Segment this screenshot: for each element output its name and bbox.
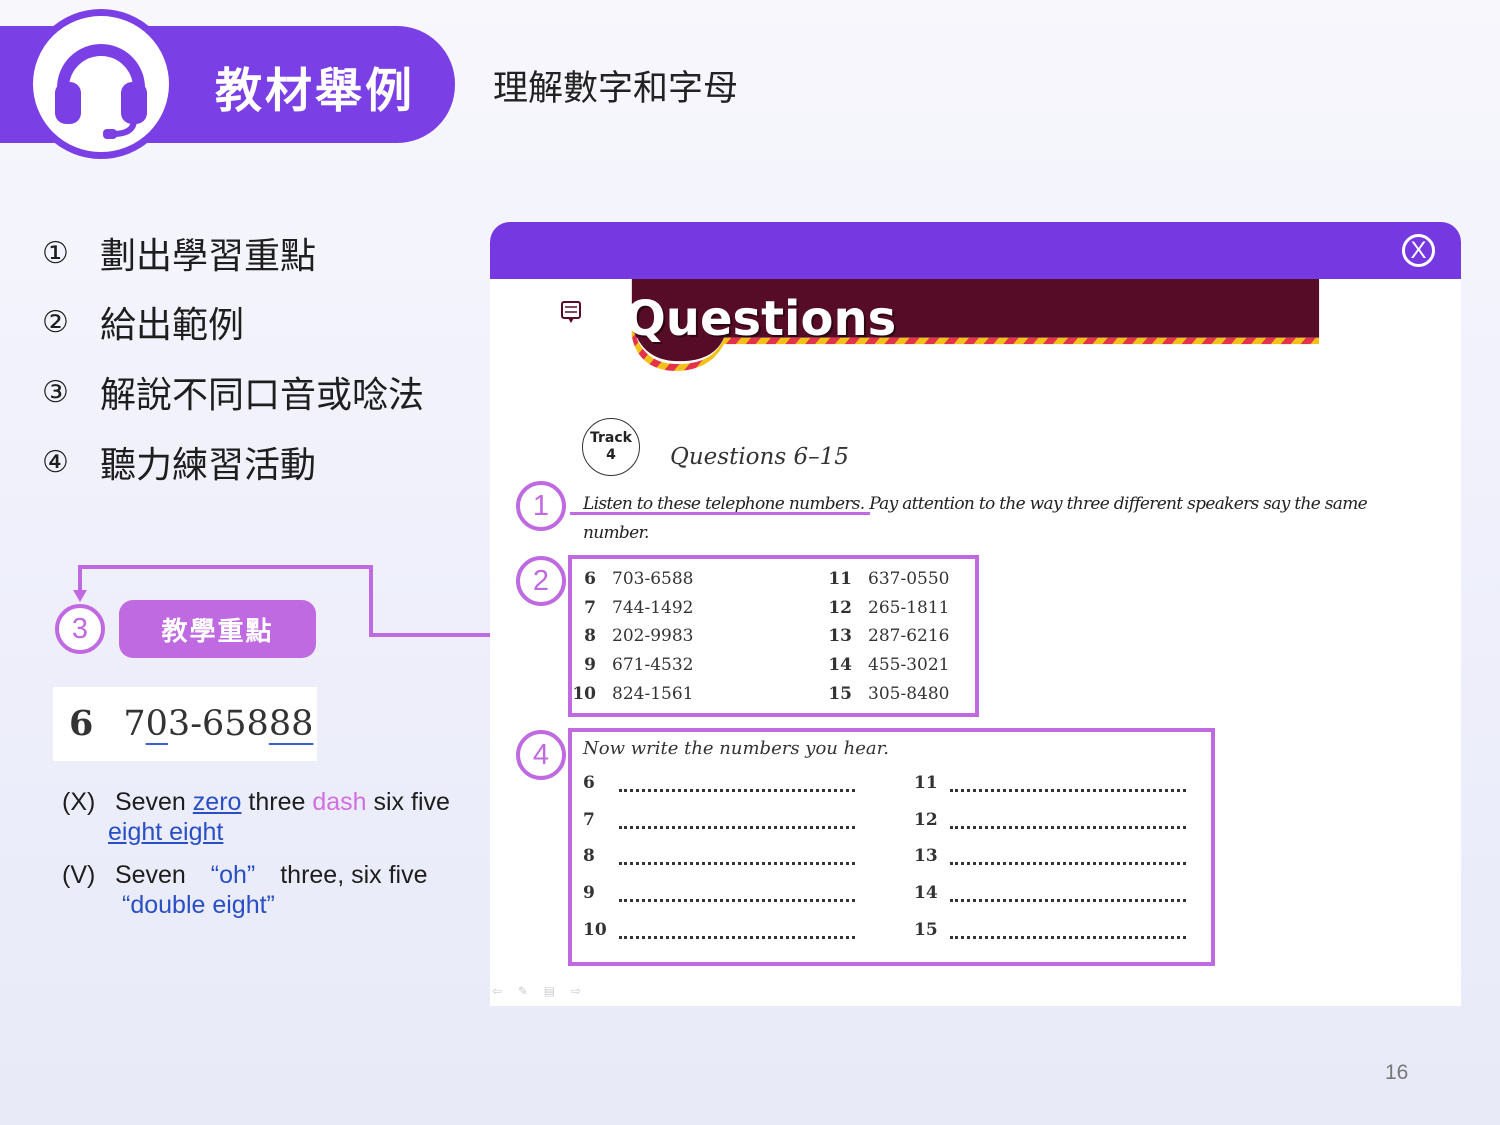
- right-reading: (V) Seven “oh” three, six five “double e…: [62, 860, 428, 920]
- word: six five: [373, 788, 450, 816]
- example-card: 6 703-65888: [53, 687, 317, 761]
- slide-toolbar-icons[interactable]: ⇦ ✎ ▤ ⇨: [492, 984, 587, 998]
- questions-title: Questions: [625, 291, 897, 347]
- example-index: 6: [69, 703, 94, 744]
- phone-row: 11 637-0550: [828, 569, 950, 589]
- callout-number: 3: [55, 604, 105, 654]
- word-highlight: eight eight: [108, 818, 224, 846]
- highlight-underline: [570, 512, 870, 515]
- answer-row[interactable]: 13: [914, 846, 1186, 866]
- answer-row[interactable]: 6: [583, 773, 855, 793]
- answer-row[interactable]: 7: [583, 810, 855, 830]
- answer-blank[interactable]: [950, 774, 1186, 792]
- phone-row: 7 744-1492: [584, 598, 694, 618]
- track-number: 4: [606, 447, 616, 463]
- callout-1: 1: [516, 481, 566, 531]
- word-highlight: “oh”: [210, 861, 256, 889]
- close-button[interactable]: X: [1402, 234, 1435, 267]
- track-badge: Track 4: [582, 418, 640, 476]
- word: Seven: [114, 861, 186, 889]
- answer-row[interactable]: 11: [914, 773, 1186, 793]
- example-part-underlined: 88: [268, 704, 314, 744]
- callout-2: 2: [516, 556, 566, 606]
- word-highlight: zero: [192, 788, 242, 816]
- answer-row[interactable]: 15: [914, 920, 1186, 940]
- answer-blank[interactable]: [950, 884, 1186, 902]
- phone-row: 12 265-1811: [828, 598, 950, 618]
- example-part-underlined: 0: [145, 704, 168, 744]
- phone-row: 13 287-6216: [828, 626, 950, 646]
- word: Seven: [114, 788, 186, 816]
- questions-window: X Questions Track 4 Questions 6–15 Liste…: [490, 222, 1461, 1006]
- answer-blank[interactable]: [619, 811, 855, 829]
- phone-row: 15 305-8480: [828, 684, 950, 704]
- headphones-chat-icon: [526, 296, 587, 356]
- answer-row[interactable]: 10: [583, 920, 855, 940]
- window-title-bar: [490, 222, 1461, 279]
- example-part: 7: [123, 704, 146, 744]
- wrong-mark: (X): [62, 788, 96, 816]
- phone-row: 10 824-1561: [572, 684, 694, 704]
- answer-row[interactable]: 9: [583, 883, 855, 903]
- answer-blank[interactable]: [950, 847, 1186, 865]
- word-highlight: “double eight”: [122, 891, 275, 919]
- phone-row: 14 455-3021: [828, 655, 950, 675]
- wrong-reading: (X) Seven zero three dash six five eight…: [62, 787, 450, 847]
- answer-row[interactable]: 12: [914, 810, 1186, 830]
- answer-row[interactable]: 8: [583, 846, 855, 866]
- answer-row[interactable]: 14: [914, 883, 1186, 903]
- phone-row: 6 703-6588: [584, 569, 694, 589]
- answer-blank[interactable]: [619, 884, 855, 902]
- page-number: 16: [1385, 1061, 1409, 1084]
- track-label: Track: [590, 430, 632, 446]
- instruction-highlighted: Listen to these telephone numbers.: [583, 494, 865, 514]
- callout-4: 4: [516, 730, 566, 780]
- write-instruction: Now write the numbers you hear.: [583, 738, 889, 759]
- answer-blank[interactable]: [950, 811, 1186, 829]
- phone-row: 8 202-9983: [584, 626, 694, 646]
- teaching-focus-label: 教學重點: [119, 600, 316, 658]
- answer-blank[interactable]: [619, 774, 855, 792]
- right-mark: (V): [62, 861, 96, 889]
- answer-blank[interactable]: [619, 847, 855, 865]
- instruction-text: Listen to these telephone numbers. Pay a…: [583, 490, 1403, 548]
- word: three: [248, 788, 306, 816]
- question-range: Questions 6–15: [670, 444, 849, 470]
- word-highlight: dash: [312, 788, 367, 816]
- answer-blank[interactable]: [950, 921, 1186, 939]
- example-part: 3-658: [167, 704, 269, 744]
- answer-blank[interactable]: [619, 921, 855, 939]
- word: three, six five: [280, 861, 428, 889]
- phone-row: 9 671-4532: [584, 655, 694, 675]
